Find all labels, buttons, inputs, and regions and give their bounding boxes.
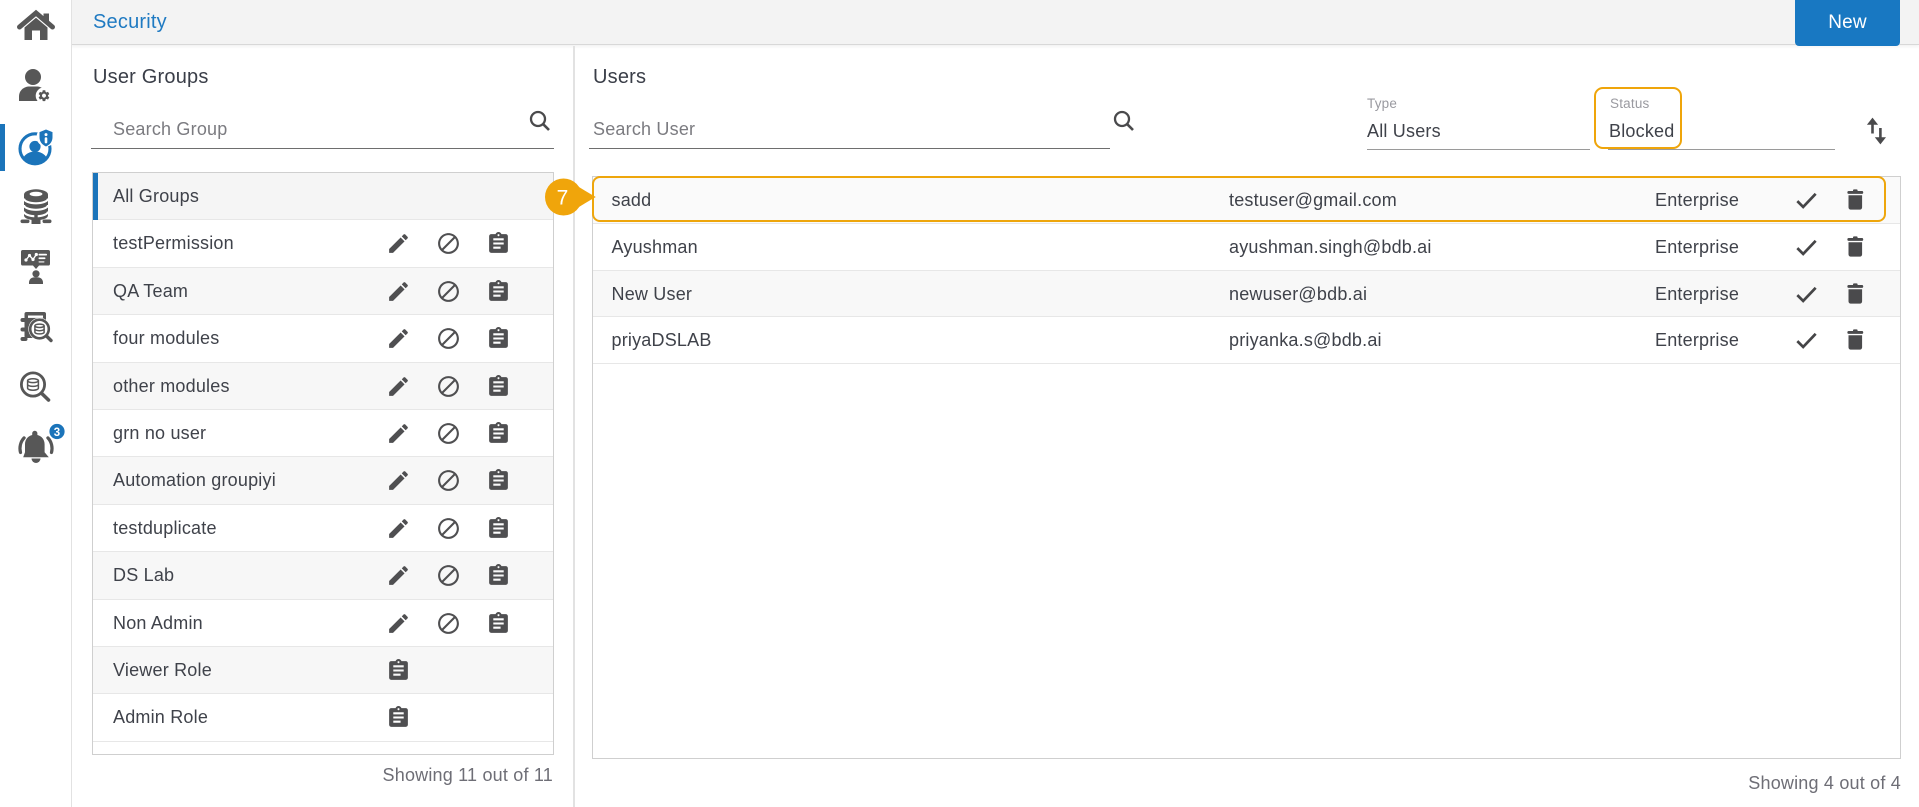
svg-text:7: 7 — [557, 187, 569, 210]
svg-text:3: 3 — [54, 427, 60, 439]
